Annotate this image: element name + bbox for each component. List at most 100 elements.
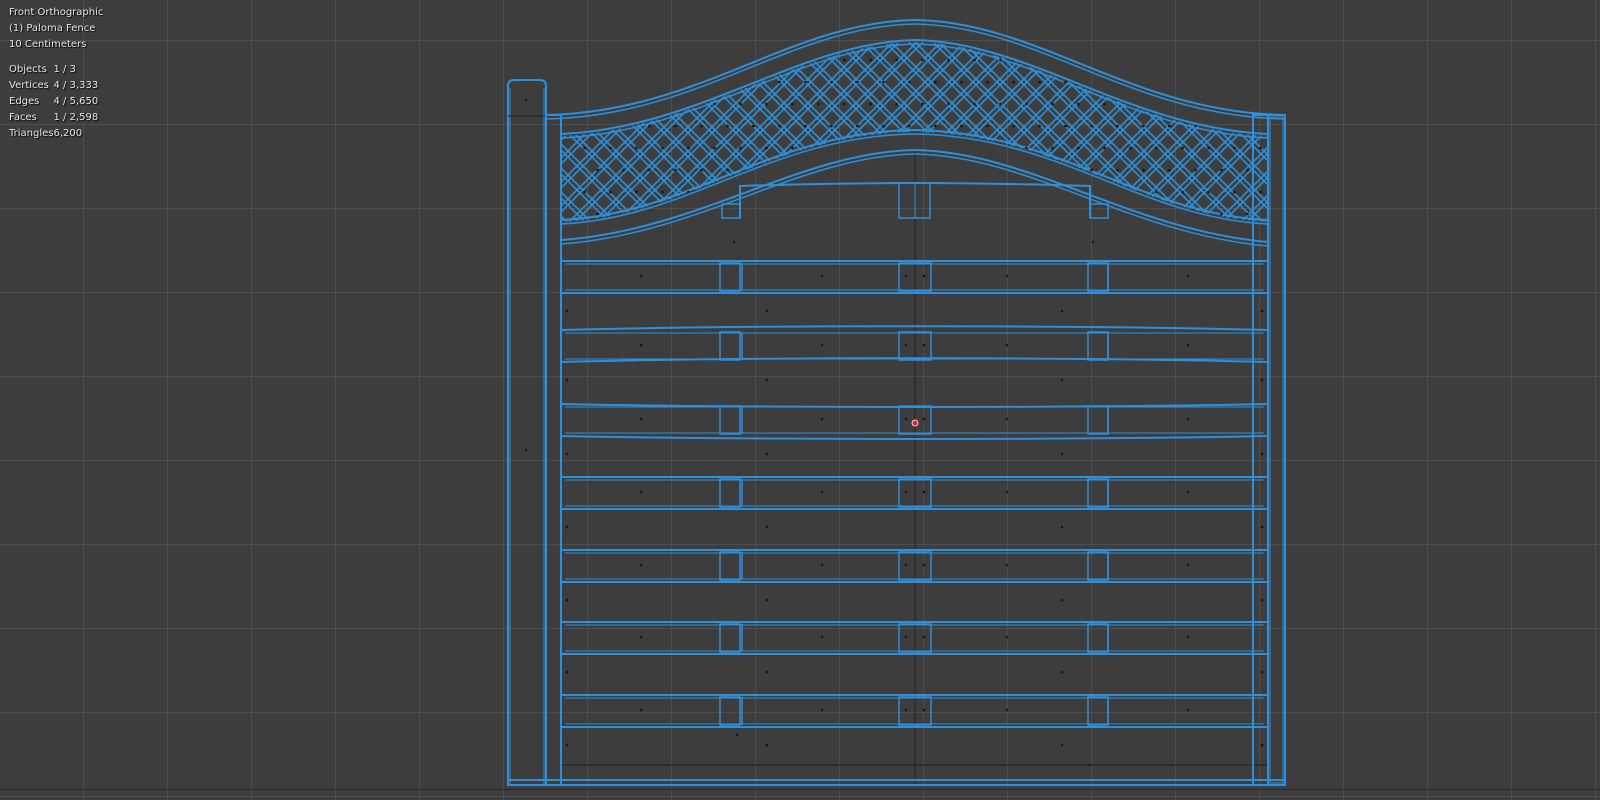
vertex-dot: [908, 168, 911, 172]
vertex-dot: [960, 124, 963, 128]
vertex-dot: [1186, 563, 1190, 567]
rail-spacer-block: [1087, 262, 1109, 292]
lattice-slat-edge: [201, 0, 461, 260]
vertex-dot: [921, 146, 924, 150]
stat-row-edges: Edges 4 / 5,650: [9, 94, 98, 110]
lattice-slat: [1299, 0, 1559, 260]
lattice-slat-edge: [297, 0, 557, 260]
vertex-dot: [1246, 212, 1249, 216]
lattice-slat-edge: [1569, 0, 1600, 260]
vertex-dot: [882, 168, 885, 172]
lattice-slat: [99, 0, 359, 260]
vertex-dot: [752, 212, 755, 216]
vertex-dot: [856, 124, 859, 128]
lattice-slat-edge: [129, 0, 389, 260]
vertex-dot: [639, 274, 643, 278]
lattice-slat: [1347, 0, 1600, 260]
vertex-dot: [1051, 102, 1054, 106]
vertex-dot: [1246, 80, 1249, 84]
vertex-dot: [726, 168, 729, 172]
vertex-dot: [565, 743, 569, 747]
lattice-slat-edge: [1401, 0, 1600, 260]
lattice-slat: [123, 0, 383, 260]
vertex-dot: [820, 343, 824, 347]
vertex-dot: [765, 309, 769, 313]
vertex-dot: [1012, 124, 1015, 128]
3d-viewport[interactable]: Front Orthographic (1) Paloma Fence 10 C…: [0, 0, 1600, 800]
vertex-dot: [1038, 124, 1041, 128]
vertex-dot: [765, 525, 769, 529]
right-post: [1267, 114, 1286, 786]
lattice-slat: [267, 0, 527, 260]
vertex-dot: [960, 80, 963, 84]
vertex-dot: [1181, 146, 1184, 150]
vertex-dot: [735, 733, 739, 737]
vertex-dot: [1005, 417, 1009, 421]
stat-row-vertices: Vertices 4 / 3,333: [9, 78, 98, 94]
vertex-dot: [1064, 168, 1067, 172]
vertex-dot: [869, 102, 872, 106]
vertex-dot: [565, 452, 569, 456]
vertex-dot: [726, 212, 729, 216]
vertex-dot: [1233, 190, 1236, 194]
right-post-inner: [1269, 116, 1284, 784]
lattice-slat: [195, 0, 455, 260]
vertex-dot: [713, 58, 716, 62]
lattice-slat: [1515, 0, 1600, 260]
vertex-dot: [765, 670, 769, 674]
top-board-block-left: [721, 203, 741, 219]
lattice-slat: [1491, 0, 1600, 260]
lattice-slat: [1395, 0, 1600, 260]
vertex-dot: [1272, 169, 1275, 172]
lattice-slat-edge: [249, 0, 509, 260]
vertex-dot: [1272, 81, 1275, 84]
vertex-dot: [1260, 743, 1264, 747]
vertex-dot: [947, 102, 950, 106]
vertex-dot: [700, 124, 703, 128]
fence-wireframe[interactable]: [0, 0, 1600, 800]
vertex-dot: [1260, 525, 1264, 529]
vertex-dot: [596, 124, 599, 128]
lattice-slat-edge: [1256, 42, 1268, 222]
vertex-dot: [820, 563, 824, 567]
vertex-dot: [1012, 80, 1015, 84]
vertex-dot: [922, 563, 926, 567]
vertex-dot: [999, 58, 1002, 62]
vertex-dot: [856, 168, 859, 172]
vertex-dot: [947, 190, 950, 194]
lattice-slat: [1587, 0, 1600, 260]
vertex-dot: [1005, 274, 1009, 278]
lattice-slat-edge: [1353, 0, 1600, 260]
lattice-slat: [1443, 0, 1600, 260]
vertex-dot: [856, 80, 859, 84]
vertex-dot: [1233, 146, 1236, 150]
vertex-dot: [904, 343, 908, 347]
lattice-slat-edge: [105, 0, 365, 260]
vertex-dot: [1051, 146, 1054, 150]
vertex-dot: [1260, 670, 1264, 674]
lattice-slat-edge: [273, 0, 533, 260]
lattice-slat-edge: [561, 42, 582, 222]
vertex-dot: [934, 80, 937, 84]
vertex-dot: [934, 124, 937, 128]
lattice-slat: [1539, 0, 1600, 260]
vertex-dot: [565, 525, 569, 529]
vertex-dot: [999, 102, 1002, 106]
vertex-dot: [674, 168, 677, 172]
vertex-dot: [830, 212, 833, 216]
vertex-dot: [830, 168, 833, 172]
vertex-dot: [921, 102, 924, 106]
lattice-slat: [243, 0, 503, 260]
vertex-dot: [1060, 452, 1064, 456]
lattice-slat-edge: [225, 0, 485, 260]
vertex-dot: [869, 58, 872, 62]
vertex-dot: [639, 343, 643, 347]
vertex-dot: [635, 58, 638, 62]
origin-dot-icon: [911, 419, 919, 427]
lattice-slat: [1323, 0, 1583, 260]
lattice-slat-edge: [1449, 0, 1600, 260]
lattice-slat: [1419, 0, 1600, 260]
lattice-slat: [219, 0, 479, 260]
vertex-dot: [596, 168, 599, 172]
lattice-slat: [1178, 42, 1268, 222]
